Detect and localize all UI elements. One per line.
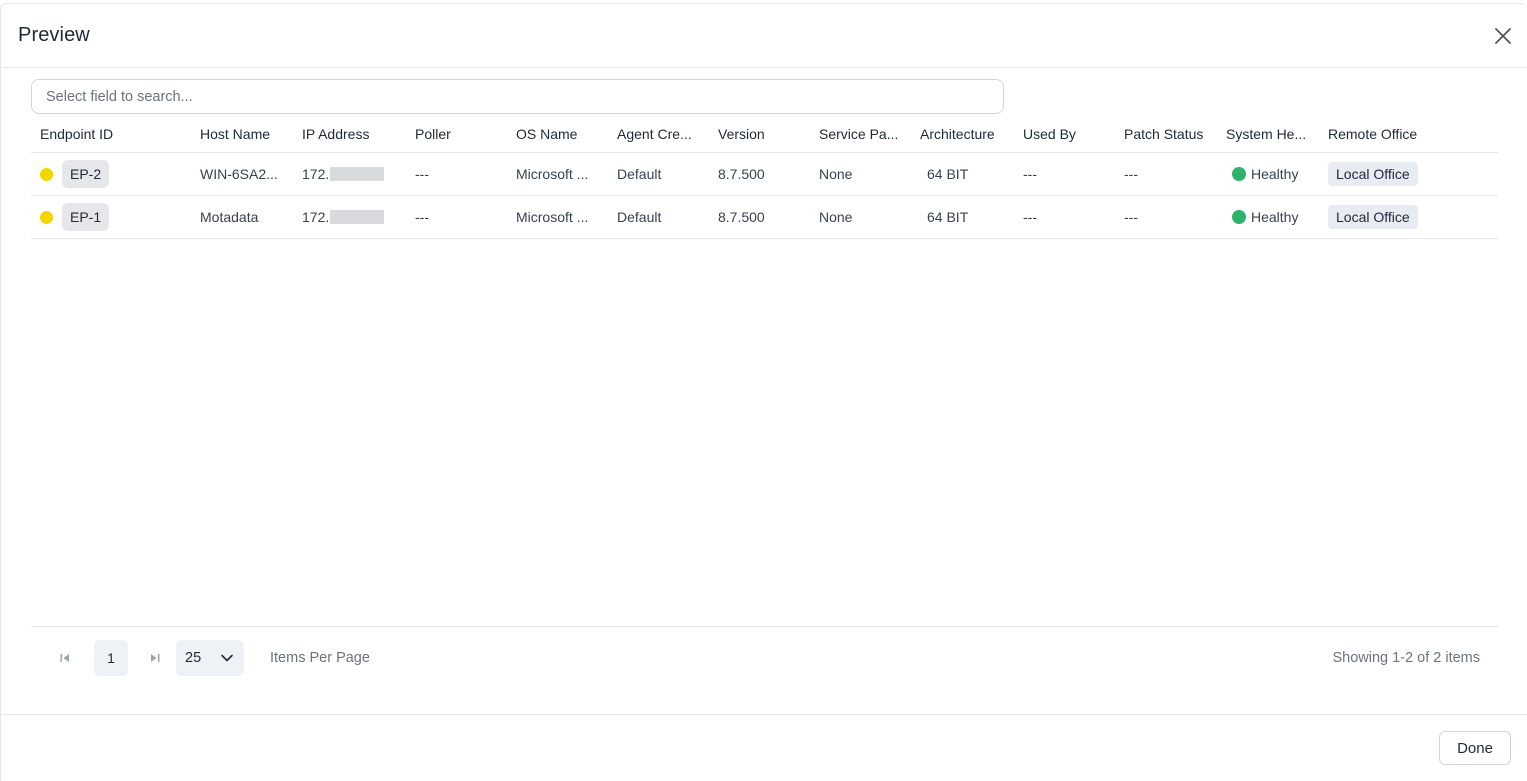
healthy-status-dot bbox=[1232, 210, 1246, 224]
poller-cell: --- bbox=[415, 209, 429, 225]
page-size-select[interactable]: 25 bbox=[176, 640, 244, 676]
column-header-used-by[interactable]: Used By bbox=[1023, 126, 1124, 142]
search-input[interactable] bbox=[32, 80, 1003, 113]
close-icon bbox=[1495, 27, 1511, 44]
column-header-host-name[interactable]: Host Name bbox=[200, 126, 302, 142]
pagination: 1 25 Items Per Page Showing 1-2 of 2 ite… bbox=[31, 640, 1498, 676]
patch-status-cell: --- bbox=[1124, 166, 1138, 182]
footer-divider bbox=[0, 714, 1527, 715]
modal-header: Preview bbox=[1, 4, 1527, 68]
version-cell: 8.7.500 bbox=[718, 166, 765, 182]
column-header-os-name[interactable]: OS Name bbox=[516, 126, 617, 142]
service-pack-cell: None bbox=[819, 166, 853, 182]
remote-office-badge: Local Office bbox=[1328, 205, 1418, 229]
host-name-cell: Motadata bbox=[200, 209, 259, 225]
system-health-text: Healthy bbox=[1251, 166, 1299, 182]
pagination-summary: Showing 1-2 of 2 items bbox=[1332, 650, 1481, 666]
status-dot bbox=[40, 210, 53, 224]
remote-office-badge: Local Office bbox=[1328, 162, 1418, 186]
ip-address-text: 172. bbox=[302, 166, 330, 182]
column-header-agent-credential[interactable]: Agent Cre... bbox=[617, 126, 718, 142]
used-by-cell: --- bbox=[1023, 166, 1037, 182]
healthy-status-dot bbox=[1232, 167, 1246, 181]
architecture-cell: 64 BIT bbox=[927, 166, 969, 182]
system-health-text: Healthy bbox=[1251, 209, 1299, 225]
ip-address-text: 172. bbox=[302, 209, 330, 225]
os-name-cell: Microsoft ... bbox=[516, 209, 589, 225]
os-name-cell: Microsoft ... bbox=[516, 166, 589, 182]
table-row[interactable]: EP-2 WIN-6SA2... 172. --- Microsoft ... … bbox=[31, 153, 1498, 196]
last-page-icon bbox=[151, 654, 160, 662]
endpoint-id-badge[interactable]: EP-2 bbox=[62, 160, 110, 188]
pagination-divider bbox=[31, 626, 1498, 627]
endpoints-table: Endpoint ID Host Name IP Address Poller … bbox=[31, 115, 1498, 239]
status-dot bbox=[40, 167, 53, 181]
last-page-button[interactable] bbox=[138, 640, 172, 676]
column-header-poller[interactable]: Poller bbox=[415, 126, 516, 142]
chevron-down-icon bbox=[221, 654, 233, 662]
poller-cell: --- bbox=[415, 166, 429, 182]
service-pack-cell: None bbox=[819, 209, 853, 225]
column-header-endpoint-id[interactable]: Endpoint ID bbox=[31, 126, 200, 142]
ip-address-cell: 172. bbox=[302, 166, 415, 182]
patch-status-cell: --- bbox=[1124, 209, 1138, 225]
table-header: Endpoint ID Host Name IP Address Poller … bbox=[31, 115, 1498, 153]
done-button[interactable]: Done bbox=[1439, 731, 1511, 765]
version-cell: 8.7.500 bbox=[718, 209, 765, 225]
column-header-architecture[interactable]: Architecture bbox=[920, 126, 1023, 142]
ip-address-cell: 172. bbox=[302, 209, 415, 225]
column-header-ip-address[interactable]: IP Address bbox=[302, 126, 415, 142]
column-header-remote-office[interactable]: Remote Office bbox=[1328, 126, 1463, 142]
close-button[interactable] bbox=[1491, 24, 1515, 48]
first-page-icon bbox=[60, 654, 69, 662]
endpoint-id-badge[interactable]: EP-1 bbox=[62, 203, 110, 231]
column-header-patch-status[interactable]: Patch Status bbox=[1124, 126, 1226, 142]
page-size-value: 25 bbox=[185, 650, 202, 666]
items-per-page-label: Items Per Page bbox=[270, 650, 370, 666]
search-field[interactable] bbox=[31, 79, 1004, 114]
redacted-ip-mask bbox=[330, 167, 385, 181]
redacted-ip-mask bbox=[330, 210, 385, 224]
architecture-cell: 64 BIT bbox=[927, 209, 969, 225]
page-number-button[interactable]: 1 bbox=[94, 640, 128, 676]
column-header-version[interactable]: Version bbox=[718, 126, 819, 142]
host-name-cell: WIN-6SA2... bbox=[200, 166, 278, 182]
agent-credential-cell: Default bbox=[617, 209, 662, 225]
table-row[interactable]: EP-1 Motadata 172. --- Microsoft ... Def… bbox=[31, 196, 1498, 239]
agent-credential-cell: Default bbox=[617, 166, 662, 182]
column-header-service-pack[interactable]: Service Pa... bbox=[819, 126, 920, 142]
used-by-cell: --- bbox=[1023, 209, 1037, 225]
modal-title: Preview bbox=[18, 24, 90, 46]
first-page-button[interactable] bbox=[48, 640, 82, 676]
column-header-system-health[interactable]: System He... bbox=[1226, 126, 1328, 142]
